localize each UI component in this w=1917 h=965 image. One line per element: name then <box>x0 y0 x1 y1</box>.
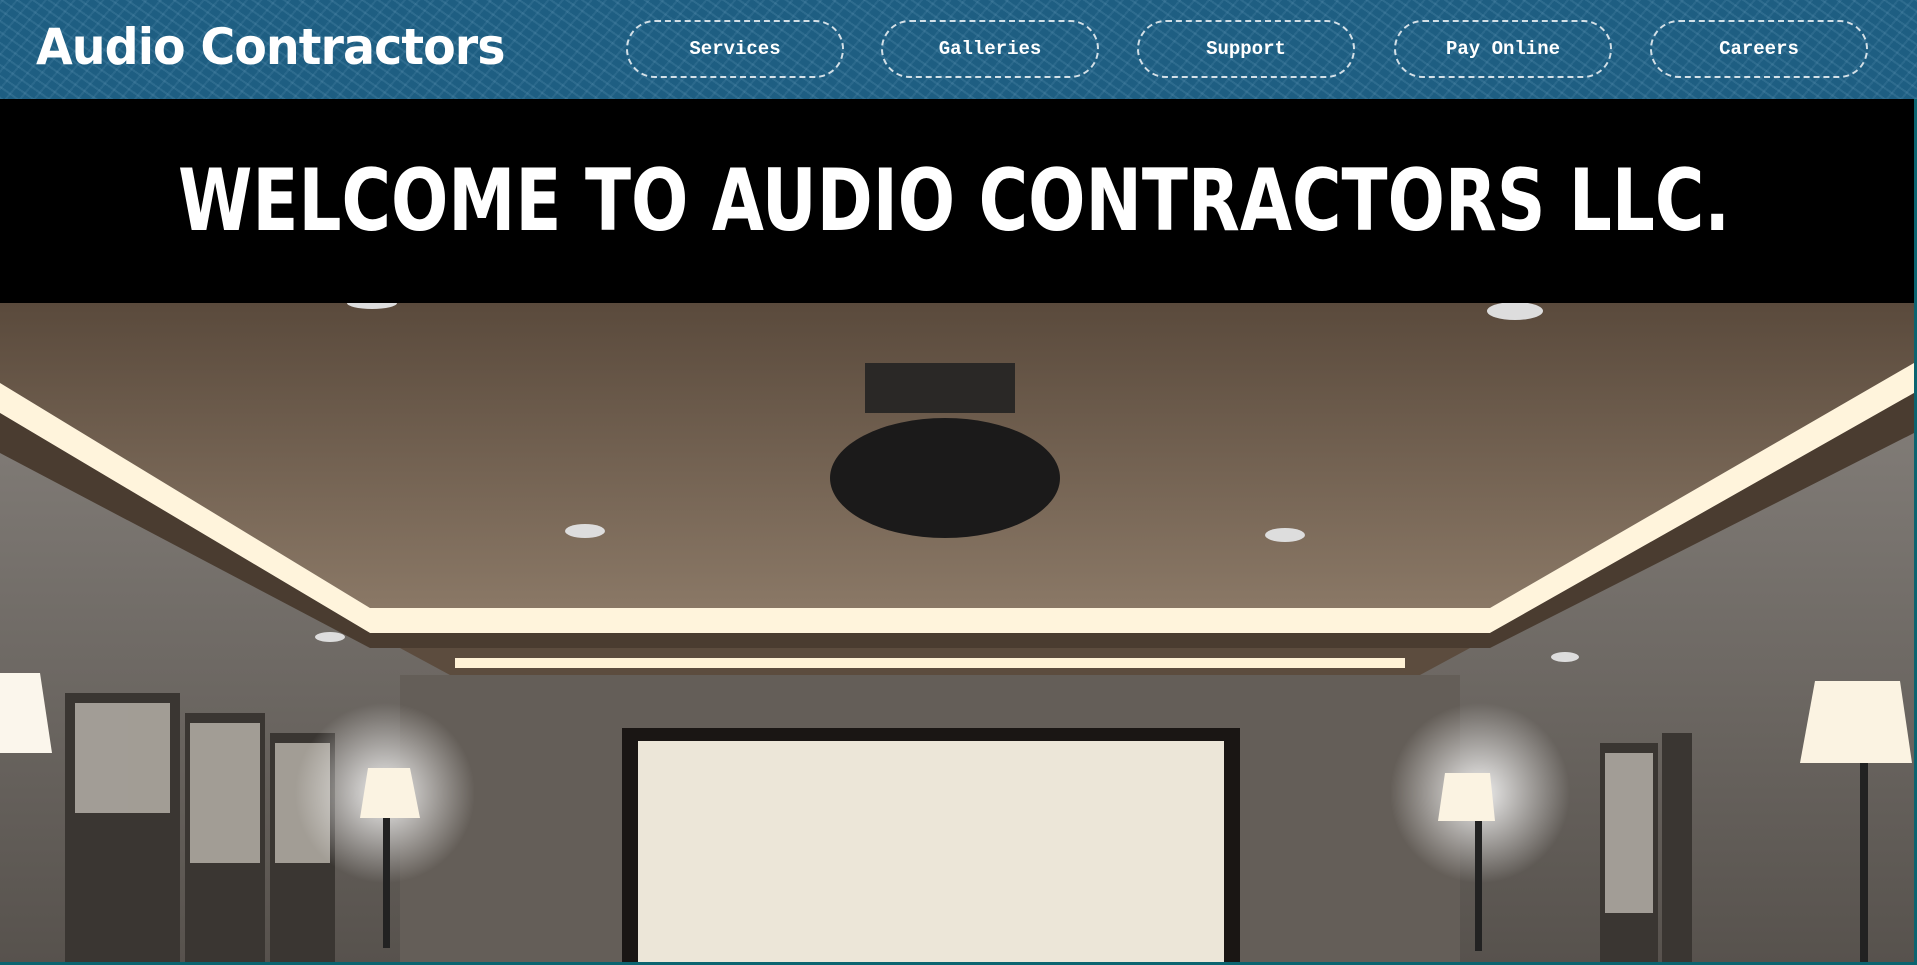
site-header: Audio Contractors Services Galleries Sup… <box>0 0 1917 99</box>
nav-support[interactable]: Support <box>1137 20 1355 78</box>
nav-careers[interactable]: Careers <box>1650 20 1868 78</box>
nav-services[interactable]: Services <box>626 20 844 78</box>
welcome-banner: WELCOME TO AUDIO CONTRACTORS LLC. <box>0 99 1914 303</box>
welcome-title: WELCOME TO AUDIO CONTRACTORS LLC. <box>178 151 1730 251</box>
home-theater-photo <box>0 303 1914 962</box>
nav-pay-online[interactable]: Pay Online <box>1394 20 1612 78</box>
site-logo[interactable]: Audio Contractors <box>36 18 506 76</box>
nav-galleries[interactable]: Galleries <box>881 20 1099 78</box>
